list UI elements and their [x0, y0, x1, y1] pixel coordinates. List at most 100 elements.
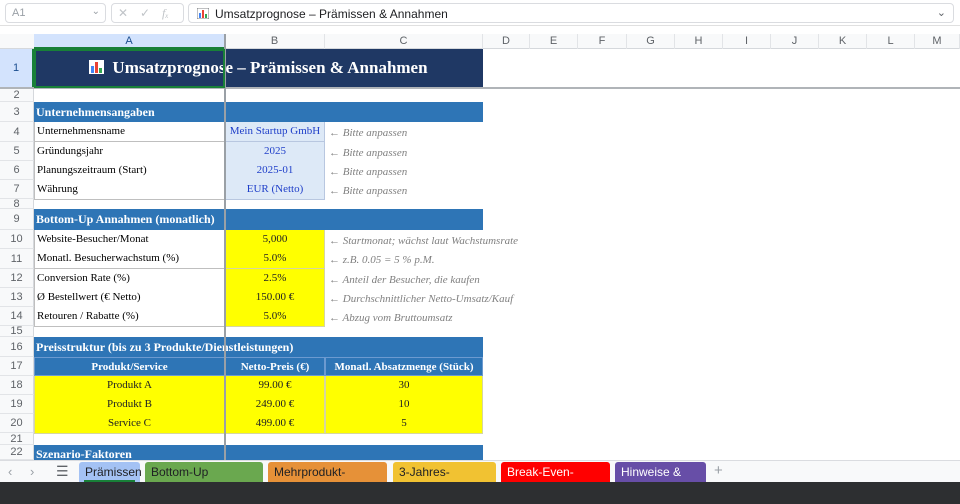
pricing-col-qty[interactable]: Monatl. Absatzmenge (Stück) — [325, 357, 483, 376]
row-header-21[interactable]: 21 — [0, 433, 34, 445]
function-icon[interactable]: fₓ — [162, 6, 169, 21]
product-price-input[interactable]: 499.00 € — [225, 414, 325, 434]
product-price-input[interactable]: 99.00 € — [225, 376, 325, 396]
sheet-tab-5[interactable]: Break-Even-Analyse — [501, 462, 610, 499]
add-sheet-icon[interactable]: + — [714, 462, 723, 479]
company-value-input[interactable]: Mein Startup GmbH — [225, 122, 325, 142]
column-header-d[interactable]: D — [483, 34, 530, 49]
assumption-hint: ← Abzug vom Bruttoumsatz — [329, 312, 453, 324]
sheet-tab-3[interactable]: Mehrprodukt-Umsatz — [268, 462, 387, 499]
product-name-input[interactable]: Produkt B — [34, 395, 225, 415]
section-bottom-up-header[interactable]: Bottom-Up Annahmen (monatlich) — [34, 209, 483, 230]
product-qty-input[interactable]: 30 — [325, 376, 483, 396]
column-header-i[interactable]: I — [723, 34, 771, 49]
sheet-tab-4[interactable]: 3-Jahres-Übersicht — [393, 462, 496, 499]
row-header-20[interactable]: 20 — [0, 414, 34, 433]
row-header-7[interactable]: 7 — [0, 180, 34, 199]
company-label: Unternehmensname — [34, 122, 225, 142]
row-header-10[interactable]: 10 — [0, 230, 34, 249]
row-header-9[interactable]: 9 — [0, 209, 34, 230]
row-header-14[interactable]: 14 — [0, 307, 34, 326]
company-value-input[interactable]: 2025-01 — [225, 161, 325, 181]
row-header-18[interactable]: 18 — [0, 376, 34, 395]
column-header-f[interactable]: F — [578, 34, 627, 49]
assumption-value-input[interactable]: 5.0% — [225, 307, 325, 327]
row-header-22[interactable]: 22 — [0, 445, 34, 460]
column-header-b[interactable]: B — [225, 34, 325, 49]
chevron-down-icon[interactable]: ⌄ — [937, 6, 946, 19]
row-header-19[interactable]: 19 — [0, 395, 34, 414]
product-name-input[interactable]: Produkt A — [34, 376, 225, 396]
assumption-label: Conversion Rate (%) — [34, 269, 225, 289]
assumption-value-input[interactable]: 150.00 € — [225, 288, 325, 308]
column-headers: ABCDEFGHIJKLM — [0, 34, 960, 49]
assumption-hint: ← Durchschnittlicher Netto-Umsatz/Kauf — [329, 293, 514, 305]
column-header-j[interactable]: J — [771, 34, 819, 49]
all-sheets-menu-icon[interactable]: ☰ — [56, 463, 69, 480]
column-header-a[interactable]: A — [34, 34, 225, 49]
row-header-5[interactable]: 5 — [0, 142, 34, 161]
pricing-col-product[interactable]: Produkt/Service — [34, 357, 225, 376]
sheet-tab-1[interactable]: Prämissen — [79, 462, 142, 482]
row-header-13[interactable]: 13 — [0, 288, 34, 307]
company-hint: ← Bitte anpassen — [329, 185, 408, 197]
row-header-15[interactable]: 15 — [0, 326, 34, 337]
row-header-1[interactable]: 1 — [0, 49, 34, 88]
column-header-h[interactable]: H — [675, 34, 723, 49]
row-header-17[interactable]: 17 — [0, 357, 34, 376]
sheet-tab-2[interactable]: Bottom-Up Prognose — [145, 462, 263, 499]
product-price-input[interactable]: 249.00 € — [225, 395, 325, 415]
chevron-left-icon[interactable]: ‹ — [8, 464, 12, 479]
row-header-8[interactable]: 8 — [0, 199, 34, 210]
assumption-value-input[interactable]: 5,000 — [225, 230, 325, 250]
row-header-16[interactable]: 16 — [0, 337, 34, 357]
row-header-2[interactable]: 2 — [0, 88, 34, 102]
section-pricing-header[interactable]: Preisstruktur (bis zu 3 Produkte/Dienstl… — [34, 337, 483, 357]
assumption-value-input[interactable]: 5.0% — [225, 249, 325, 269]
sheet-tab-6[interactable]: Hinweise & FAQ — [615, 462, 706, 499]
chevron-down-icon[interactable]: ⌄ — [92, 6, 100, 17]
formula-content: Umsatzprognose – Prämissen & Annahmen — [215, 7, 448, 21]
name-box[interactable]: A1 ⌄ — [5, 3, 106, 23]
row-header-11[interactable]: 11 — [0, 249, 34, 269]
formula-input[interactable]: Umsatzprognose – Prämissen & Annahmen ⌄ — [188, 3, 954, 23]
section-company-header[interactable]: Unternehmensangaben — [34, 102, 483, 122]
assumption-label: Monatl. Besucherwachstum (%) — [34, 249, 225, 269]
frozen-columns-divider[interactable] — [224, 34, 226, 460]
cancel-icon[interactable]: ✕ — [118, 6, 128, 20]
company-label: Planungszeitraum (Start) — [34, 161, 225, 181]
column-header-g[interactable]: G — [627, 34, 675, 49]
assumption-label: Retouren / Rabatte (%) — [34, 307, 225, 327]
assumption-value-input[interactable]: 2.5% — [225, 269, 325, 289]
row-header-12[interactable]: 12 — [0, 269, 34, 288]
product-name-input[interactable]: Service C — [34, 414, 225, 434]
company-hint: ← Bitte anpassen — [329, 147, 408, 159]
column-header-e[interactable]: E — [530, 34, 578, 49]
company-hint: ← Bitte anpassen — [329, 166, 408, 178]
product-qty-input[interactable]: 10 — [325, 395, 483, 415]
company-value-input[interactable]: 2025 — [225, 142, 325, 162]
assumption-label: Ø Bestellwert (€ Netto) — [34, 288, 225, 308]
section-scenario-header[interactable]: Szenario-Faktoren — [34, 445, 483, 460]
check-icon[interactable]: ✓ — [140, 6, 150, 20]
row-header-3[interactable]: 3 — [0, 102, 34, 122]
column-header-c[interactable]: C — [325, 34, 483, 49]
row-header-4[interactable]: 4 — [0, 122, 34, 142]
sheet-tab-bar: ‹ › ☰ PrämissenBottom-Up PrognoseMehrpro… — [0, 460, 960, 499]
chevron-right-icon[interactable]: › — [30, 464, 34, 479]
company-label: Gründungsjahr — [34, 142, 225, 162]
company-hint: ← Bitte anpassen — [329, 127, 408, 139]
company-value-input[interactable]: EUR (Netto) — [225, 180, 325, 200]
status-strip — [0, 482, 960, 504]
frozen-rows-divider[interactable] — [0, 87, 960, 89]
product-qty-input[interactable]: 5 — [325, 414, 483, 434]
pricing-col-price[interactable]: Netto-Preis (€) — [225, 357, 325, 376]
row-header-6[interactable]: 6 — [0, 161, 34, 180]
column-header-k[interactable]: K — [819, 34, 867, 49]
title-text: Umsatzprognose – Prämissen & Annahmen — [112, 58, 428, 77]
sheet-title[interactable]: Umsatzprognose – Prämissen & Annahmen — [34, 49, 483, 87]
company-label: Währung — [34, 180, 225, 200]
column-header-l[interactable]: L — [867, 34, 915, 49]
formula-actions: ✕ ✓ fₓ — [111, 3, 184, 23]
column-header-m[interactable]: M — [915, 34, 960, 49]
